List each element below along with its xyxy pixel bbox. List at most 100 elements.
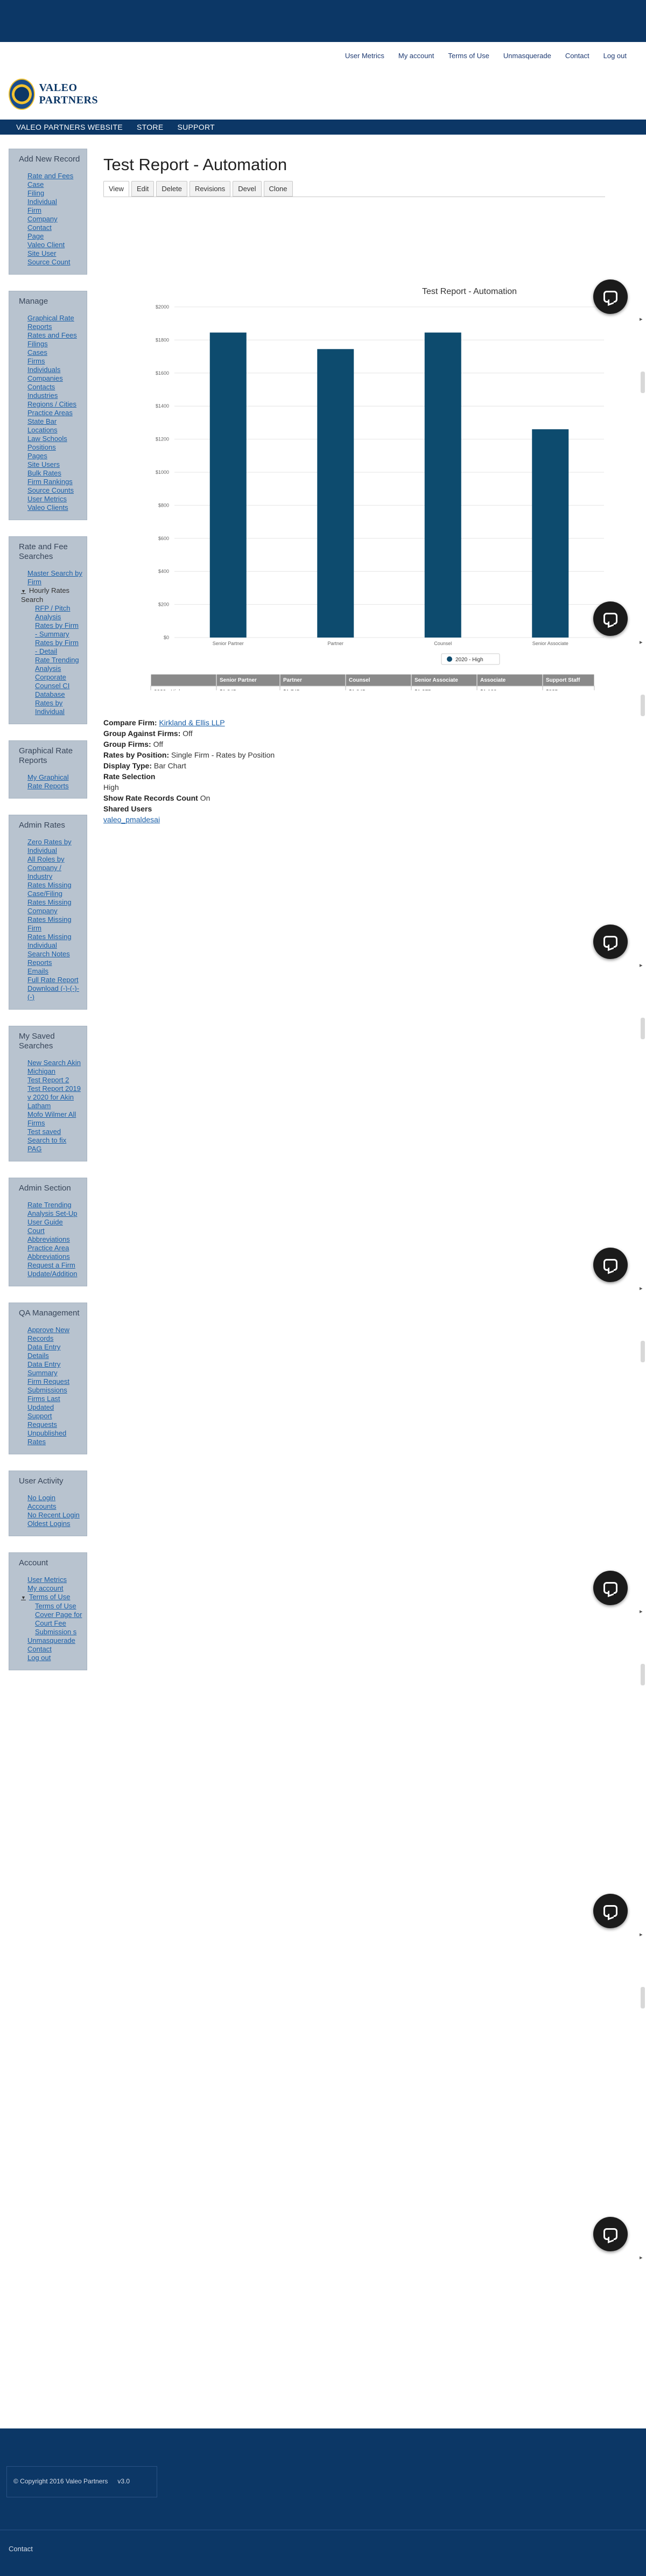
sidebar-item-hourly-sub-1[interactable]: Rates by Firm - Summary xyxy=(35,621,82,639)
secondary-nav-contact[interactable]: Contact xyxy=(565,52,589,60)
sidebar-item-admin-section-3[interactable]: Practice Area Abbreviations xyxy=(27,1244,82,1261)
sidebar-item-saved-search-0[interactable]: New Search Akin Michigan xyxy=(27,1059,82,1076)
sidebar-item-add-new-8[interactable]: Valeo Client xyxy=(27,241,82,249)
sidebar-item-manage-6[interactable]: Companies xyxy=(27,374,82,383)
sidebar-item-manage-17[interactable]: Firm Rankings xyxy=(27,478,82,486)
chat-button[interactable] xyxy=(593,279,628,314)
sidebar-item-hourly-sub-0[interactable]: RFP / Pitch Analysis xyxy=(35,604,82,621)
sidebar-item-manage-15[interactable]: Site Users xyxy=(27,460,82,469)
sidebar-item-hourly-sub-2[interactable]: Rates by Firm - Detail xyxy=(35,639,82,656)
secondary-nav-unmasquerade[interactable]: Unmasquerade xyxy=(503,52,551,60)
sidebar-item-account-bottom-2[interactable]: Log out xyxy=(27,1654,82,1662)
sidebar-item-manage-20[interactable]: Valeo Clients xyxy=(27,503,82,512)
scroll-arrow-icon[interactable]: ▸ xyxy=(640,1608,643,1615)
scroll-arrow-icon[interactable]: ▸ xyxy=(640,1285,643,1292)
tab-edit[interactable]: Edit xyxy=(131,181,155,197)
sidebar-item-admin-rates-5[interactable]: Rates Missing Individual xyxy=(27,933,82,950)
sidebar-item-account-terms-sub-1[interactable]: Cover Page for Court Fee Submission s xyxy=(35,1611,82,1636)
scrollbar-thumb[interactable] xyxy=(641,372,645,393)
sidebar-item-admin-rates-0[interactable]: Zero Rates by Individual xyxy=(27,838,82,855)
sidebar-item-manage-12[interactable]: Law Schools xyxy=(27,435,82,443)
scroll-arrow-icon[interactable]: ▸ xyxy=(640,962,643,969)
sidebar-item-saved-search-4[interactable]: Test saved Search to fix PAG xyxy=(27,1128,82,1153)
chat-button[interactable] xyxy=(593,601,628,636)
sidebar-item-manage-4[interactable]: Firms xyxy=(27,357,82,366)
sidebar-item-add-new-4[interactable]: Firm xyxy=(27,206,82,215)
shared-user-link[interactable]: valeo_pmaldesai xyxy=(103,815,160,824)
sidebar-item-hourly-rates-search[interactable]: ▼ Hourly Rates Search xyxy=(21,586,82,604)
sidebar-item-saved-search-2[interactable]: Test Report 2019 v 2020 for Akin Latham xyxy=(27,1084,82,1110)
sidebar-item-manage-13[interactable]: Positions xyxy=(27,443,82,452)
secondary-nav-log-out[interactable]: Log out xyxy=(603,52,627,60)
sidebar-item-admin-section-0[interactable]: Rate Trending Analysis Set-Up xyxy=(27,1201,82,1218)
sidebar-item-account-bottom-0[interactable]: Unmasquerade xyxy=(27,1636,82,1645)
sidebar-item-manage-9[interactable]: Regions / Cities xyxy=(27,400,82,409)
sidebar-item-manage-2[interactable]: Filings xyxy=(27,340,82,348)
sidebar-item-manage-7[interactable]: Contacts xyxy=(27,383,82,391)
sidebar-item-admin-rates-7[interactable]: Emails xyxy=(27,967,82,976)
sidebar-item-qa-5[interactable]: Support Requests xyxy=(27,1412,82,1429)
sidebar-item-manage-10[interactable]: Practice Areas xyxy=(27,409,82,417)
sidebar-item-manage-8[interactable]: Industries xyxy=(27,391,82,400)
sidebar-item-saved-search-3[interactable]: Mofo Wilmer All Firms xyxy=(27,1110,82,1128)
sidebar-item-add-new-5[interactable]: Company xyxy=(27,215,82,223)
sidebar-item-graphical-0[interactable]: My Graphical Rate Reports xyxy=(27,773,82,790)
sidebar-item-hourly-sub-4[interactable]: Corporate Counsel CI Database xyxy=(35,673,82,699)
sidebar-item-user-activity-0[interactable]: No Login Accounts xyxy=(27,1494,82,1511)
scroll-arrow-icon[interactable]: ▸ xyxy=(640,2254,643,2261)
sidebar-item-admin-rates-3[interactable]: Rates Missing Company xyxy=(27,898,82,915)
main-nav-support[interactable]: SUPPORT xyxy=(177,123,215,131)
sidebar-item-account-bottom-1[interactable]: Contact xyxy=(27,1645,82,1654)
sidebar-item-account-1[interactable]: My account xyxy=(27,1584,82,1593)
sidebar-item-qa-1[interactable]: Data Entry Details xyxy=(27,1343,82,1360)
main-nav-store[interactable]: STORE xyxy=(137,123,163,131)
sidebar-item-saved-search-1[interactable]: Test Report 2 xyxy=(27,1076,82,1084)
tab-view[interactable]: View xyxy=(103,181,129,197)
chat-button[interactable] xyxy=(593,1894,628,1928)
sidebar-item-admin-rates-4[interactable]: Rates Missing Firm xyxy=(27,915,82,933)
sidebar-item-admin-section-4[interactable]: Request a Firm Update/Addition xyxy=(27,1261,82,1278)
tab-clone[interactable]: Clone xyxy=(263,181,293,197)
sidebar-item-user-activity-1[interactable]: No Recent Login xyxy=(27,1511,82,1520)
sidebar-item-manage-16[interactable]: Bulk Rates xyxy=(27,469,82,478)
sidebar-item-add-new-6[interactable]: Contact xyxy=(27,223,82,232)
sidebar-item-admin-rates-6[interactable]: Search Notes Reports xyxy=(27,950,82,967)
scrollbar-thumb[interactable] xyxy=(641,1987,645,2008)
sidebar-item-admin-rates-2[interactable]: Rates Missing Case/Filing xyxy=(27,881,82,898)
scrollbar-thumb[interactable] xyxy=(641,1018,645,1039)
sidebar-item-manage-5[interactable]: Individuals xyxy=(27,366,82,374)
scrollbar-thumb[interactable] xyxy=(641,1341,645,1362)
sidebar-item-admin-section-1[interactable]: User Guide xyxy=(27,1218,82,1227)
sidebar-item-admin-rates-8[interactable]: Full Rate Report Download (-)-(-)-(-) xyxy=(27,976,82,1002)
footer-contact-link[interactable]: Contact xyxy=(9,2545,33,2553)
chat-button[interactable] xyxy=(593,1248,628,1282)
sidebar-item-qa-0[interactable]: Approve New Records xyxy=(27,1326,82,1343)
sidebar-item-manage-14[interactable]: Pages xyxy=(27,452,82,460)
sidebar-item-add-new-10[interactable]: Source Count xyxy=(27,258,82,267)
sidebar-item-add-new-3[interactable]: Individual xyxy=(27,198,82,206)
sidebar-item-account-terms-sub-0[interactable]: Terms of Use xyxy=(35,1602,82,1611)
sidebar-item-manage-3[interactable]: Cases xyxy=(27,348,82,357)
sidebar-item-account-0[interactable]: User Metrics xyxy=(27,1576,82,1584)
sidebar-item-add-new-2[interactable]: Filing xyxy=(27,189,82,198)
sidebar-item-manage-1[interactable]: Rates and Fees xyxy=(27,331,82,340)
chat-button[interactable] xyxy=(593,925,628,959)
sidebar-item-qa-4[interactable]: Firms Last Updated xyxy=(27,1395,82,1412)
secondary-nav-my-account[interactable]: My account xyxy=(398,52,434,60)
sidebar-item-qa-3[interactable]: Firm Request Submissions xyxy=(27,1377,82,1395)
sidebar-item-hourly-sub-3[interactable]: Rate Trending Analysis xyxy=(35,656,82,673)
secondary-nav-user-metrics[interactable]: User Metrics xyxy=(345,52,384,60)
main-nav-website[interactable]: VALEO PARTNERS WEBSITE xyxy=(16,123,123,131)
tab-devel[interactable]: Devel xyxy=(233,181,262,197)
scroll-arrow-icon[interactable]: ▸ xyxy=(640,639,643,646)
sidebar-item-master-search[interactable]: Master Search by Firm xyxy=(27,569,82,586)
sidebar-item-manage-18[interactable]: Source Counts xyxy=(27,486,82,495)
sidebar-item-admin-rates-1[interactable]: All Roles by Company / Industry xyxy=(27,855,82,881)
secondary-nav-terms-of-use[interactable]: Terms of Use xyxy=(448,52,489,60)
sidebar-item-qa-2[interactable]: Data Entry Summary xyxy=(27,1360,82,1377)
compare-firm-link[interactable]: Kirkland & Ellis LLP xyxy=(159,718,224,727)
sidebar-item-hourly-sub-5[interactable]: Rates by Individual xyxy=(35,699,82,716)
chat-button[interactable] xyxy=(593,2217,628,2251)
sidebar-item-manage-0[interactable]: Graphical Rate Reports xyxy=(27,314,82,331)
sidebar-item-add-new-1[interactable]: Case xyxy=(27,180,82,189)
